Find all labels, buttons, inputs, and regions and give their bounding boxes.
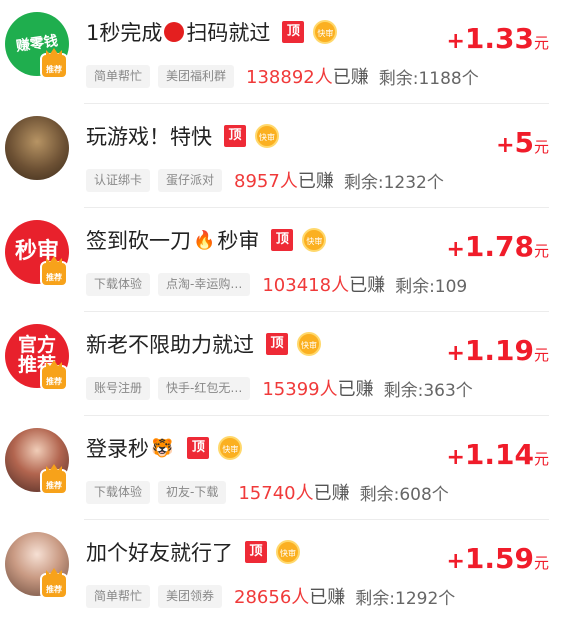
reward-amount: +1.78元 [446,230,549,263]
task-title: 玩游戏！特快 顶 快审 [86,121,279,151]
fast-review-badge-icon: 快审 [255,124,279,148]
task-title: 登录秒 🐯 顶 快审 [86,433,243,463]
fast-review-badge-icon: 快审 [313,20,338,44]
reward-amount: +1.19元 [446,334,549,367]
task-title: 加个好友就行了 顶 快审 [86,537,300,567]
task-row[interactable]: 推荐 加个好友就行了 顶 快审 +1.59元 简单帮忙 美团领券 28656人已… [0,520,561,624]
category-tag: 下载体验 [86,272,151,296]
top-badge: 顶 [266,333,288,355]
task-meta: 下载体验 初友-下载 15740人已赚 剩余:608个 [86,479,449,505]
task-meta: 账号注册 快手-红包无… 15399人已赚 剩余:363个 [86,375,549,401]
task-meta: 认证绑卡 蛋仔派对 8957人已赚 剩余:1232个 [86,167,444,193]
recommend-crown-icon: 推荐 [40,573,68,599]
earned-count: 15740人已赚 [238,483,350,504]
remaining-count: 剩余:608个 [359,484,449,505]
top-badge: 顶 [282,21,305,43]
red-circle-icon [164,22,185,42]
earned-count: 103418人已赚 [262,275,386,296]
task-title: 1秒完成 扫码就过 顶 快审 [86,17,338,47]
fast-review-badge-icon: 快审 [302,228,327,252]
tiger-icon: 🐯 [151,437,174,459]
avatar [5,116,69,180]
recommend-crown-icon: 推荐 [40,53,68,79]
task-row[interactable]: 玩游戏！特快 顶 快审 +5元 认证绑卡 蛋仔派对 8957人已赚 剩余:123… [0,104,561,208]
top-badge: 顶 [187,437,210,459]
category-tag: 下载体验 [86,480,151,504]
remaining-count: 剩余:1188个 [378,68,479,89]
source-tag: 美团福利群 [158,64,235,88]
remaining-count: 剩余:363个 [383,380,473,401]
source-tag: 快手-红包无… [158,376,251,400]
earned-count: 8957人已赚 [234,171,334,192]
reward-amount: +1.14元 [446,438,549,471]
task-row[interactable]: 推荐 登录秒 🐯 顶 快审 +1.14元 下载体验 初友-下载 15740人已赚… [0,416,561,520]
category-tag: 简单帮忙 [86,64,151,88]
source-tag: 蛋仔派对 [158,168,223,192]
reward-amount: +1.59元 [446,542,549,575]
source-tag: 初友-下载 [158,480,227,504]
remaining-count: 剩余:1232个 [343,172,444,193]
task-row[interactable]: 赚零钱 推荐 1秒完成 扫码就过 顶 快审 +1.33元 简单帮忙 美团福利群 … [0,0,561,104]
remaining-count: 剩余:1292个 [355,588,456,609]
task-meta: 下载体验 点淘-幸运购… 103418人已赚 剩余:109 [86,271,549,297]
task-title: 签到砍一刀 🔥 秒审 顶 快审 [86,225,327,255]
fast-review-badge-icon: 快审 [297,332,321,356]
recommend-crown-icon: 推荐 [40,261,68,287]
source-tag: 点淘-幸运购… [158,272,251,296]
reward-amount: +5元 [496,126,549,159]
category-tag: 账号注册 [86,376,151,400]
earned-count: 28656人已赚 [234,587,346,608]
earned-count: 15399人已赚 [262,379,374,400]
source-tag: 美团领券 [158,584,223,608]
recommend-crown-icon: 推荐 [40,365,68,391]
task-meta: 简单帮忙 美团福利群 138892人已赚 剩余:1188个 [86,63,479,89]
remaining-count: 剩余:109 [395,276,468,297]
task-title: 新老不限助力就过 顶 快审 [86,329,321,359]
top-badge: 顶 [245,541,267,563]
earned-count: 138892人已赚 [246,67,369,88]
reward-amount: +1.33元 [446,22,549,55]
top-badge: 顶 [224,125,246,147]
fast-review-badge-icon: 快审 [276,540,300,564]
category-tag: 认证绑卡 [86,168,151,192]
task-row[interactable]: 官方推荐 推荐 新老不限助力就过 顶 快审 +1.19元 账号注册 快手-红包无… [0,312,561,416]
task-meta: 简单帮忙 美团领券 28656人已赚 剩余:1292个 [86,583,455,609]
top-badge: 顶 [271,229,294,251]
task-row[interactable]: 秒审 推荐 签到砍一刀 🔥 秒审 顶 快审 +1.78元 下载体验 点淘-幸运购… [0,208,561,312]
fire-icon: 🔥 [193,229,216,251]
recommend-crown-icon: 推荐 [40,469,68,495]
fast-review-badge-icon: 快审 [218,436,243,460]
category-tag: 简单帮忙 [86,584,151,608]
